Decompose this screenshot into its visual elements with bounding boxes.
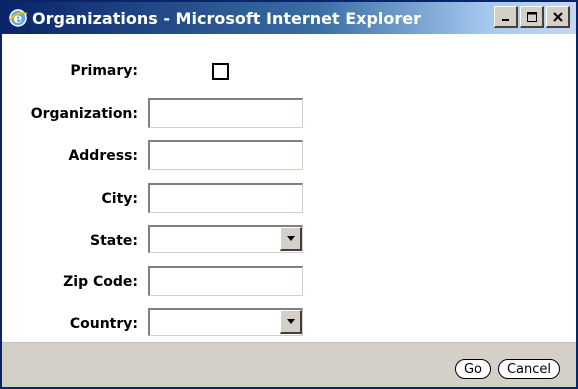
maximize-button[interactable] (520, 6, 544, 28)
country-label: Country: (69, 316, 138, 332)
country-select[interactable] (148, 308, 303, 336)
primary-checkbox[interactable] (212, 63, 229, 80)
button-bar: Go Cancel (2, 342, 576, 387)
cancel-button[interactable]: Cancel (498, 359, 560, 379)
chevron-down-icon (286, 235, 295, 241)
zip-code-label: Zip Code: (63, 274, 138, 290)
primary-label: Primary: (70, 63, 138, 79)
minimize-button[interactable] (494, 6, 518, 28)
window-title: Organizations - Microsoft Internet Explo… (32, 8, 422, 28)
chevron-down-icon (286, 318, 295, 324)
zip-code-input[interactable] (148, 266, 303, 296)
state-dropdown-button[interactable] (280, 227, 302, 251)
city-label: City: (101, 191, 139, 207)
address-label: Address: (68, 148, 138, 164)
organization-label: Organization: (30, 106, 138, 122)
organization-input[interactable] (148, 98, 303, 128)
city-input[interactable] (148, 183, 303, 213)
window-controls (492, 6, 570, 28)
browser-popup-window: e Organizations - Microsoft Internet Exp… (0, 0, 578, 389)
state-label: State: (89, 233, 138, 249)
title-bar[interactable]: e Organizations - Microsoft Internet Exp… (2, 2, 576, 34)
go-button[interactable]: Go (455, 359, 491, 379)
state-select[interactable] (148, 225, 303, 253)
internet-explorer-icon: e (8, 8, 28, 28)
country-dropdown-button[interactable] (280, 310, 302, 334)
close-button[interactable] (546, 6, 570, 28)
minimize-icon (501, 18, 509, 21)
address-input[interactable] (148, 140, 303, 170)
maximize-icon (526, 11, 537, 22)
organization-form: Primary: Organization: Address: City: St… (2, 34, 576, 342)
close-icon (552, 11, 563, 22)
